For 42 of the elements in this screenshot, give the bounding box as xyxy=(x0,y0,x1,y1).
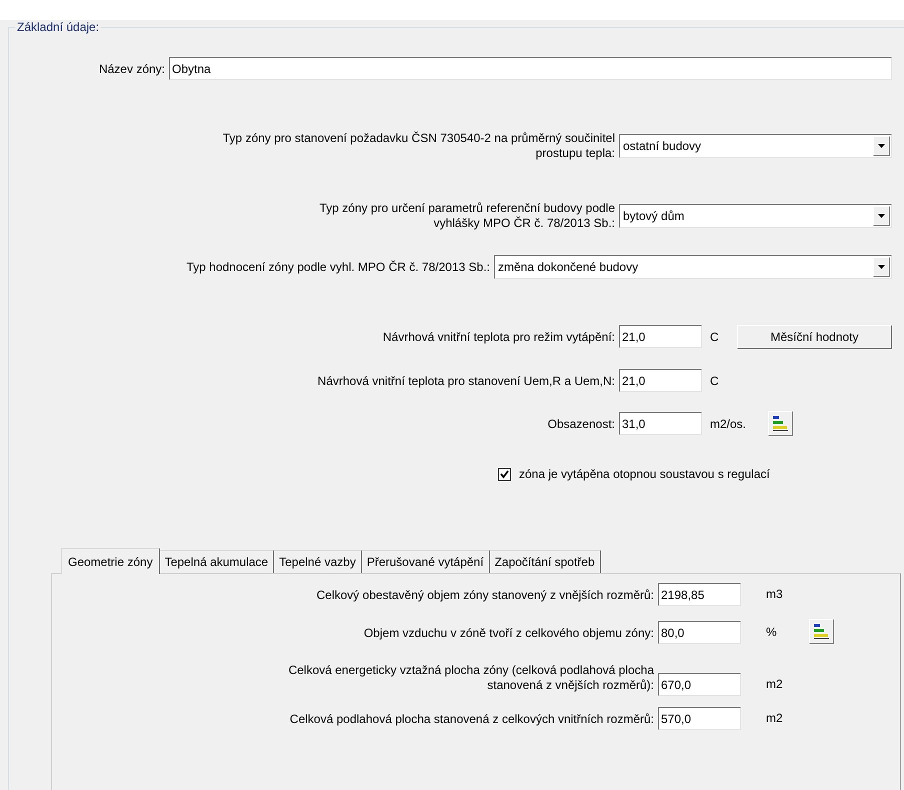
field-label: Obsazenost: xyxy=(546,416,616,432)
input-field[interactable]: 21,0 xyxy=(619,369,702,392)
monthly-values-button[interactable]: Měsíční hodnoty xyxy=(737,324,892,348)
input-field[interactable]: 570,0 xyxy=(658,707,741,730)
group-title: Základní údaje: xyxy=(15,20,102,35)
field-label: Typ zóny pro stanovení požadavku ČSN 730540-2 na průměrný součinitel prostupu tepla: xyxy=(222,131,616,161)
input-field[interactable]: 80,0 xyxy=(658,621,741,644)
field-label: Návrhová vnitřní teplota pro stanovení Uem,R a Uem,N: xyxy=(316,372,616,390)
field-label: Název zóny: xyxy=(98,60,166,78)
chart-button[interactable] xyxy=(768,411,793,436)
unit-label: m3 xyxy=(766,586,784,603)
unit-label: C xyxy=(710,328,720,346)
field-label: Typ hodnocení zóny podle vyhl. MPO ČR č. 78/2013 Sb.: xyxy=(185,260,491,274)
input-field[interactable]: Obytna xyxy=(169,57,892,80)
input-field[interactable]: 21,0 xyxy=(619,325,702,348)
field-label: Celkový obestavěný objem zóny stanovený z vnějších rozměrů: xyxy=(316,588,655,604)
dropdown[interactable]: změna dokončené budovy xyxy=(494,255,892,279)
tab[interactable]: Tepelná akumulace xyxy=(160,550,274,573)
unit-label: C xyxy=(710,372,720,390)
field-label: Typ zóny pro určení parametrů referenční budovy podle vyhlášky MPO ČR č. 78/2013 Sb.: xyxy=(318,201,616,231)
checkbox[interactable] xyxy=(498,468,511,480)
unit-label: m2 xyxy=(766,710,784,727)
field-label: Objem vzduchu v zóně tvoří z celkového objemu zóny: xyxy=(362,626,655,642)
chart-button[interactable] xyxy=(809,619,834,644)
bar-chart-icon xyxy=(772,415,789,432)
tab[interactable]: Geometrie zóny xyxy=(61,548,160,574)
unit-label: % xyxy=(766,624,778,641)
tab[interactable]: Tepelné vazby xyxy=(274,550,362,573)
field-label: Celková podlahová plocha stanovená z celkových vnitřních rozměrů: xyxy=(288,712,655,728)
input-field[interactable]: 670,0 xyxy=(658,673,741,696)
input-field[interactable]: 31,0 xyxy=(619,412,702,435)
unit-label: m2/os. xyxy=(710,416,748,432)
unit-label: m2 xyxy=(766,676,784,693)
dropdown[interactable]: bytový dům xyxy=(619,204,892,228)
tab[interactable]: Započítání spotřeb xyxy=(490,550,601,573)
field-label: Celková energeticky vztažná plocha zóny (celková podlahová plocha stanovená z vnějších rozměrů): xyxy=(287,663,655,694)
input-field[interactable]: 2198,85 xyxy=(658,583,741,606)
dropdown[interactable]: ostatní budovy xyxy=(619,134,892,158)
bar-chart-icon xyxy=(813,623,830,640)
field-label: Návrhová vnitřní teplota pro režim vytápění: xyxy=(382,328,616,346)
checkbox-label: zóna je vytápěna otopnou soustavou s regulací xyxy=(519,466,770,483)
tab[interactable]: Přerušované vytápění xyxy=(362,550,490,573)
